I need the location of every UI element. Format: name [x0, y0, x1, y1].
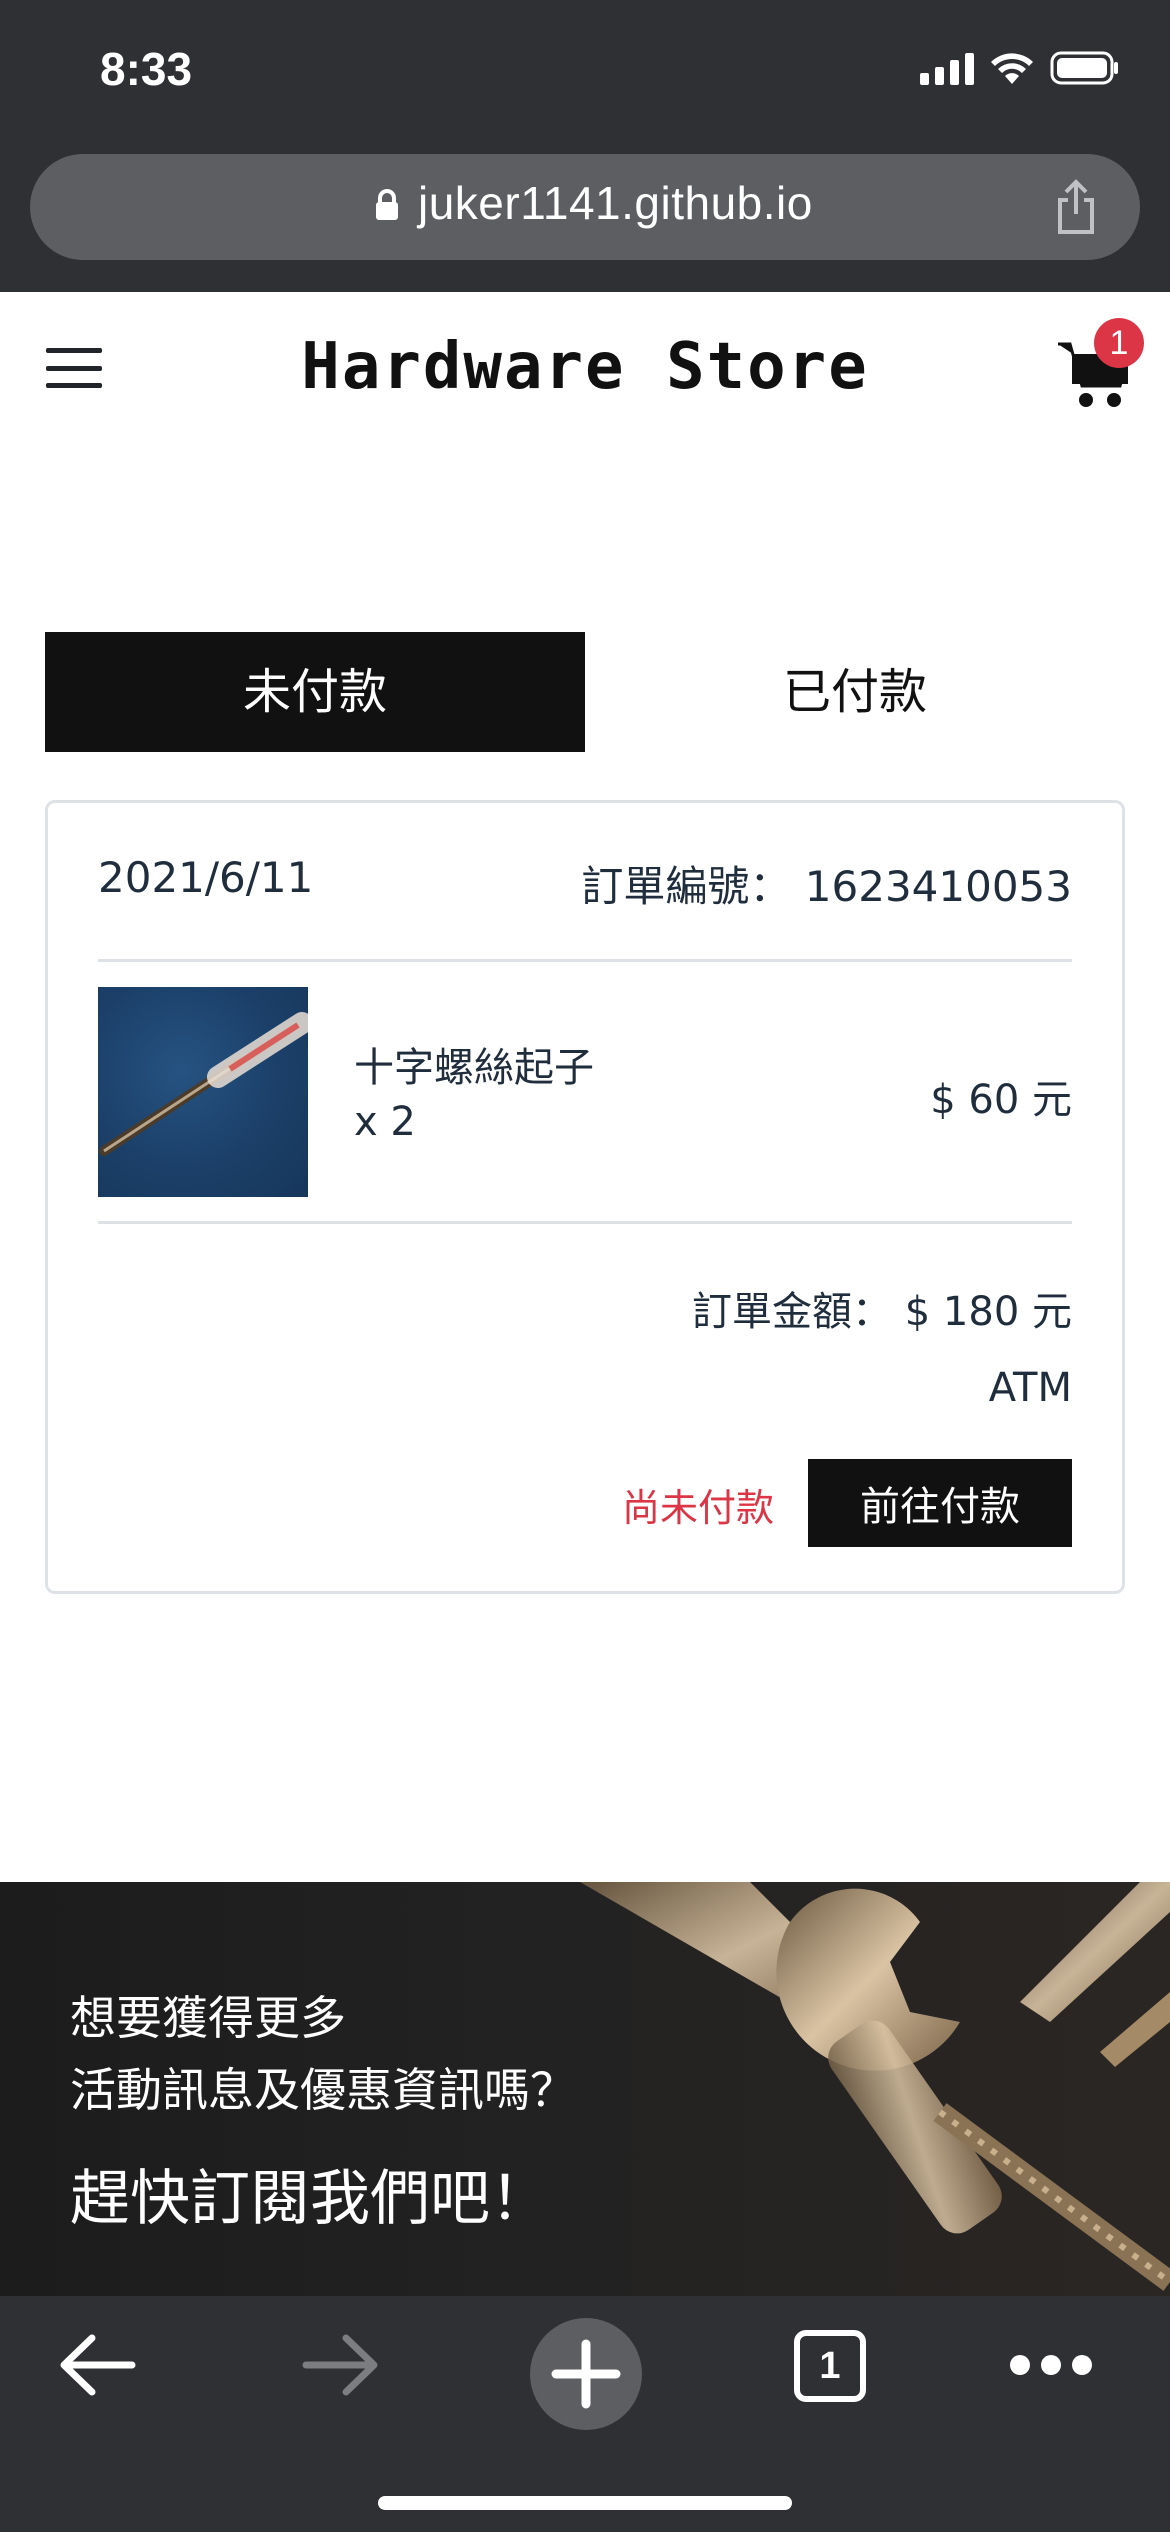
divider: [98, 959, 1072, 962]
plus-icon: [551, 2339, 621, 2409]
payment-status: 尚未付款: [622, 1486, 775, 1530]
product-image: [98, 987, 308, 1197]
banner-title: 趕快訂閱我們吧！: [70, 2164, 550, 2234]
order-card: 2021/6/11 訂單編號： 1623410053 十字螺絲起子 x 2 $ …: [45, 800, 1125, 1594]
banner-text-line1: 想要獲得更多: [70, 1991, 346, 2045]
wifi-icon: [991, 53, 1033, 84]
tools-background-image: [580, 1882, 1170, 2291]
status-icons: [920, 50, 1120, 86]
newsletter-banner: 想要獲得更多 活動訊息及優惠資訊嗎？ 趕快訂閱我們吧！: [0, 1882, 1170, 2296]
tab-switcher-button[interactable]: 1: [794, 2330, 866, 2402]
lock-icon: [376, 189, 398, 220]
battery-icon: [1050, 51, 1118, 85]
new-tab-button[interactable]: [530, 2318, 642, 2430]
product-price: $ 60 元: [930, 1077, 1072, 1123]
forward-arrow-icon[interactable]: [300, 2330, 380, 2400]
tab-paid[interactable]: 已付款: [585, 632, 1125, 752]
cart-count-badge: 1: [1094, 318, 1144, 368]
order-date: 2021/6/11: [98, 853, 314, 902]
product-name: 十字螺絲起子: [354, 1045, 594, 1091]
product-quantity: x 2: [354, 1099, 416, 1145]
site-navbar: Hardware Store 1: [0, 292, 1170, 444]
go-to-payment-button[interactable]: 前往付款: [808, 1459, 1072, 1547]
status-time: 8:33: [100, 43, 193, 95]
brand-title[interactable]: Hardware Store: [0, 330, 1170, 404]
order-number: 訂單編號： 1623410053: [581, 862, 1072, 911]
screwdriver-image: [98, 987, 308, 1197]
url-text: juker1141.github.io: [418, 177, 813, 229]
order-total: 訂單金額： $ 180 元: [692, 1289, 1072, 1335]
tab-unpaid[interactable]: 未付款: [45, 632, 585, 752]
cellular-signal-icon: [920, 51, 974, 85]
divider: [98, 1221, 1072, 1224]
share-icon[interactable]: [1052, 178, 1100, 236]
banner-text-line2: 活動訊息及優惠資訊嗎？: [70, 2063, 576, 2117]
home-indicator: [378, 2496, 792, 2510]
url-bar[interactable]: juker1141.github.io: [30, 154, 1140, 260]
more-options-icon[interactable]: [1008, 2352, 1094, 2378]
payment-method: ATM: [988, 1365, 1072, 1411]
browser-top-bar: 8:33 juker1141.github.io: [0, 0, 1170, 292]
back-arrow-icon[interactable]: [58, 2330, 138, 2400]
